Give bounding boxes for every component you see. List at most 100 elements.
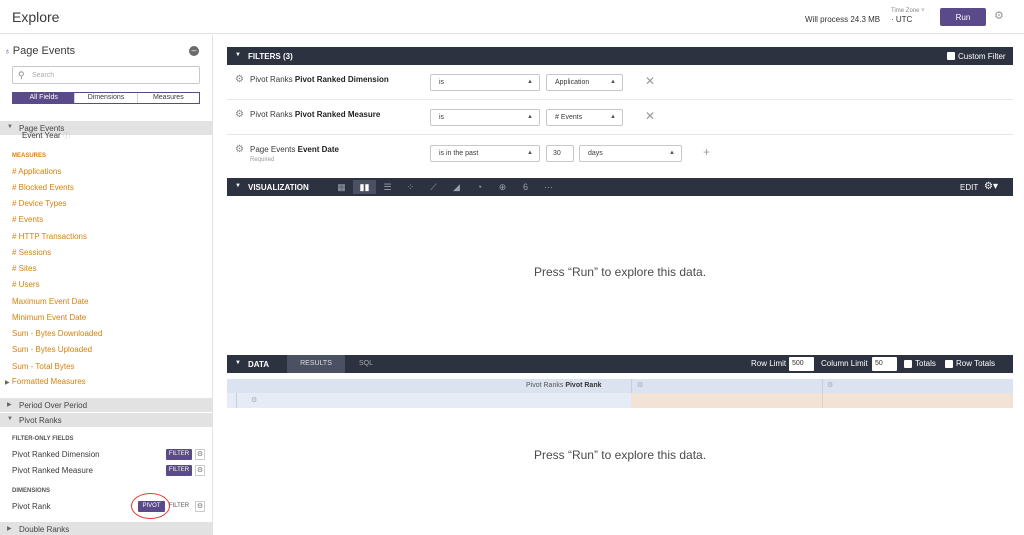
data-bar-label: DATA [248, 360, 270, 369]
measure-item[interactable]: # Sessions [12, 248, 51, 257]
column-limit-label: Column Limit [821, 359, 868, 368]
page-title: Explore [12, 9, 60, 25]
view-title-label: Page Events [12, 45, 76, 57]
filter-number-input[interactable]: 30 [546, 145, 574, 162]
remove-filter-icon[interactable]: ✕ [645, 74, 655, 88]
measure-item[interactable]: Sum - Bytes Downloaded [12, 329, 102, 338]
settings-gear-icon[interactable]: ⚙ [994, 10, 1006, 22]
field-search-input[interactable]: ⚲ Search [12, 66, 200, 84]
field-settings-icon[interactable]: ⚙ [195, 501, 205, 512]
filter-value-select[interactable]: Application ▲ [546, 74, 623, 91]
measure-item[interactable]: Maximum Event Date [12, 297, 88, 306]
search-icon: ⚲ [18, 70, 25, 80]
add-filter-icon[interactable]: + [703, 145, 710, 159]
measure-item[interactable]: # Blocked Events [12, 183, 74, 192]
edit-button[interactable]: EDIT [960, 183, 978, 192]
row-totals-checkbox[interactable] [945, 360, 953, 368]
bar-chart-icon[interactable]: ☰ [376, 180, 399, 194]
filter-row: ⚙ Pivot Ranks Pivot Ranked Measure is ▲ #… [227, 100, 1013, 135]
remove-filter-icon[interactable]: ✕ [645, 109, 655, 123]
section-pivot-ranks[interactable]: ▼ Pivot Ranks [0, 413, 212, 427]
filter-only-field[interactable]: Pivot Ranked Measure [12, 466, 93, 475]
collapse-minus-icon[interactable]: – [189, 46, 199, 56]
filter-row: ⚙ Pivot Ranks Pivot Ranked Dimension is ▲… [227, 65, 1013, 100]
custom-filter-label: Custom Filter [958, 52, 1006, 61]
dimension-field-pivot-rank[interactable]: Pivot Rank [12, 502, 51, 511]
timezone-value[interactable]: · UTC [891, 15, 912, 24]
measure-item[interactable]: Sum - Bytes Uploaded [12, 345, 92, 354]
row-limit-input[interactable]: 500 [789, 357, 814, 371]
measure-item[interactable]: Sum - Total Bytes [12, 362, 75, 371]
field-settings-icon[interactable]: ⚙ [195, 449, 205, 460]
filter-value-select[interactable]: # Events ▲ [546, 109, 623, 126]
dimensions-caption: DIMENSIONS [12, 488, 51, 494]
measure-group-formatted[interactable]: ▶ Formatted Measures [5, 377, 86, 386]
chevron-down-icon: ▼ [7, 416, 13, 422]
filter-gear-icon[interactable]: ⚙ [235, 144, 244, 155]
column-chart-icon[interactable]: ▮▮ [353, 180, 376, 194]
column-divider [822, 379, 823, 393]
area-chart-icon[interactable]: ◢ [445, 180, 468, 194]
column-limit-input[interactable]: 50 [872, 357, 897, 371]
measure-item[interactable]: # Applications [12, 167, 61, 176]
section-label: Double Ranks [19, 525, 70, 534]
tab-measures[interactable]: Measures [136, 93, 199, 103]
measure-item[interactable]: # Events [12, 215, 43, 224]
measure-item[interactable]: Minimum Event Date [12, 313, 86, 322]
field-label: Event Year [22, 131, 61, 140]
run-button[interactable]: Run [940, 8, 986, 26]
visualization-empty-message: Press “Run” to explore this data. [533, 265, 707, 279]
chevron-right-icon: ▶ [7, 526, 12, 532]
field-event-year[interactable]: Event Year ⓘ [22, 131, 70, 141]
vis-settings-gear-icon[interactable]: ⚙▾ [984, 181, 998, 192]
process-size-text: Will process 24.3 MB [805, 15, 881, 24]
custom-filter-checkbox[interactable] [947, 52, 955, 60]
measure-item[interactable]: # HTTP Transactions [12, 232, 87, 241]
measure-item[interactable]: # Users [12, 280, 40, 289]
single-value-icon[interactable]: 6 [514, 180, 537, 194]
section-period-over-period[interactable]: ▶ Period Over Period [0, 398, 212, 412]
filter-operator-select[interactable]: is ▲ [430, 109, 540, 126]
section-double-ranks[interactable]: ▶ Double Ranks [0, 522, 212, 535]
select-caret-icon: ▲ [527, 150, 533, 156]
measure-item[interactable]: # Device Types [12, 199, 67, 208]
measure-item[interactable]: # Sites [12, 264, 36, 273]
tab-sql[interactable]: SQL [348, 355, 384, 373]
column-info-icon[interactable]: ⚙ [637, 381, 643, 389]
top-bar: Explore Will process 24.3 MB Time Zone ˅… [0, 0, 1024, 34]
filter-unit-select[interactable]: days ▲ [579, 145, 682, 162]
filter-only-field[interactable]: Pivot Ranked Dimension [12, 450, 100, 459]
filter-operator-select[interactable]: is ▲ [430, 74, 540, 91]
filter-button[interactable]: FILTER [166, 465, 192, 476]
filter-operator-select[interactable]: is in the past ▲ [430, 145, 540, 162]
tab-results[interactable]: RESULTS [287, 355, 345, 373]
field-settings-icon[interactable]: ⚙ [195, 465, 205, 476]
totals-checkbox[interactable] [904, 360, 912, 368]
filters-panel-bar[interactable]: ▼ FILTERS (3) Custom Filter [227, 47, 1013, 65]
table-icon[interactable]: ▦ [330, 180, 353, 194]
pie-chart-icon[interactable]: ◔ [468, 180, 491, 194]
tab-dimensions[interactable]: Dimensions [74, 93, 136, 103]
timezone-label[interactable]: Time Zone ˅ [891, 8, 925, 14]
more-options-icon[interactable]: ⋯ [537, 180, 560, 194]
filter-gear-icon[interactable]: ⚙ [235, 74, 244, 85]
map-icon[interactable]: ⊕ [491, 180, 514, 194]
totals-label: Totals [915, 359, 936, 368]
select-value: days [588, 150, 603, 157]
column-info-icon[interactable]: ⚙ [827, 381, 833, 389]
section-label: Period Over Period [19, 401, 88, 410]
select-value: is [439, 79, 445, 86]
column-divider [236, 393, 237, 408]
filter-button[interactable]: FILTER [166, 449, 192, 460]
info-icon[interactable]: ⓘ [63, 133, 70, 140]
visualization-type-picker: ▦ ▮▮ ☰ ⁘ ⟋ ◢ ◔ ⊕ 6 ⋯ [330, 180, 560, 194]
explore-view-title: ♁ Page Events [4, 45, 75, 57]
tab-all-fields[interactable]: All Fields [13, 93, 75, 103]
filter-gear-icon[interactable]: ⚙ [235, 109, 244, 120]
row-info-icon[interactable]: ⚙ [251, 396, 257, 404]
filter-field-name: Page Events Event Date [250, 145, 339, 154]
line-chart-icon[interactable]: ⟋ [422, 180, 445, 194]
highlight-annotation-circle [131, 493, 170, 519]
scatter-chart-icon[interactable]: ⁘ [399, 180, 422, 194]
field-picker-sidebar: ♁ Page Events – ⚲ Search All Fields Dimen… [0, 35, 213, 535]
